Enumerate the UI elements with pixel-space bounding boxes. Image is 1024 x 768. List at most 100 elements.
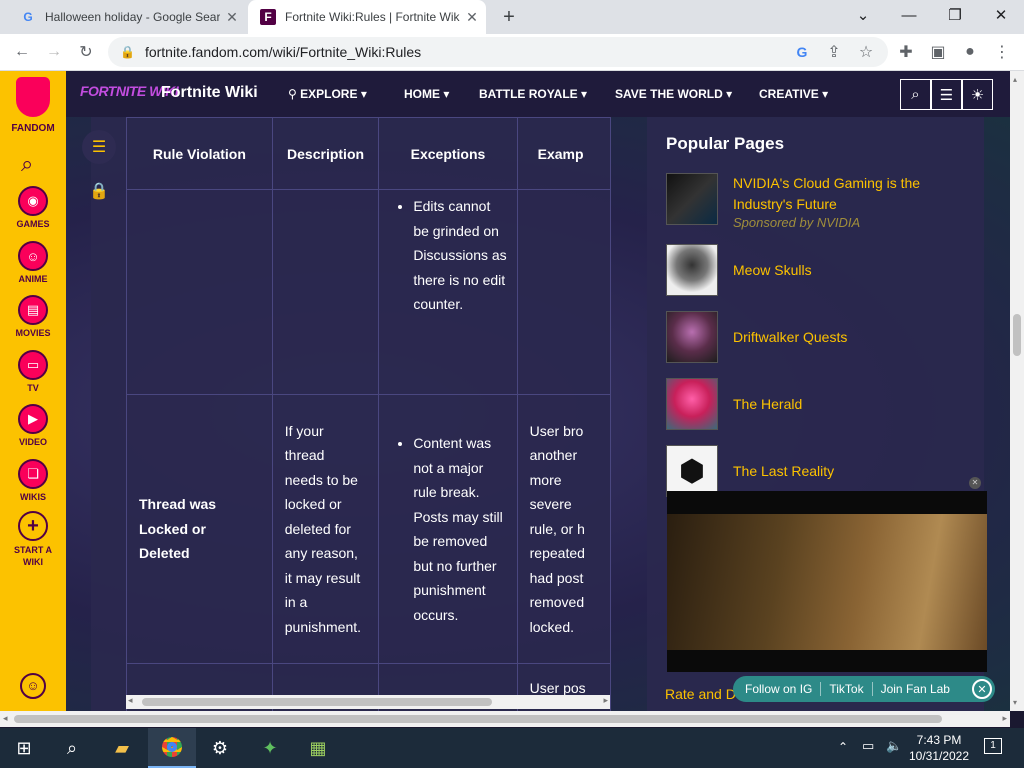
tab-google-search[interactable]: G Halloween holiday - Google Sear ✕ (8, 0, 246, 34)
page-tools: ☰ 🔒 (82, 130, 116, 218)
user-account-icon[interactable]: ☺ (20, 673, 46, 699)
popular-item[interactable]: NVIDIA's Cloud Gaming is the Industry's … (666, 173, 976, 233)
scroll-left-icon[interactable]: ◂ (128, 695, 133, 706)
browser-tab-bar: G Halloween holiday - Google Sear ✕ F Fo… (0, 0, 1024, 34)
rail-item-tv[interactable]: ▭ TV (0, 350, 66, 393)
browser-toolbar: ← → ↻ 🔒 fortnite.fandom.com/wiki/Fortnit… (0, 34, 1024, 71)
new-tab-button[interactable]: + (496, 6, 522, 28)
tab-search-icon[interactable]: ⌄ (840, 0, 886, 30)
cell-exceptions: Content was not a major rule break. Post… (378, 394, 518, 664)
nav-explore[interactable]: ⚲ EXPLORE ▾ (288, 87, 367, 101)
nav-label: BATTLE ROYALE (479, 87, 578, 101)
scroll-right-icon[interactable]: ▸ (603, 695, 608, 706)
notification-icon[interactable]: 1 (984, 738, 1002, 754)
windows-taskbar: ⊞ ⌕ ▰ ⚙ ✦ ▦ ⌃ ▭ 🔈 7:43 PM 10/31/2022 1 (0, 728, 1024, 768)
lock-icon[interactable]: 🔒 (82, 174, 116, 208)
nav-home[interactable]: HOME ▾ (404, 87, 449, 101)
floating-video-player[interactable]: ✕ (667, 477, 987, 672)
theme-toggle-icon[interactable]: ☀ (962, 79, 993, 110)
reload-icon[interactable]: ↻ (72, 38, 100, 66)
settings-gear-icon[interactable]: ⚙ (196, 728, 244, 768)
side-panel-icon[interactable]: ▣ (924, 38, 952, 66)
rail-item-video[interactable]: ▶ VIDEO (0, 404, 66, 447)
gamepad-icon: ◉ (18, 186, 48, 216)
app-icon[interactable]: ▦ (294, 728, 342, 768)
violation-text: Thread was Locked or Deleted (139, 496, 217, 562)
table-horizontal-scrollbar[interactable]: ◂ ▸ (126, 695, 610, 709)
rail-item-games[interactable]: ◉ GAMES (0, 186, 66, 229)
share-icon[interactable]: ⇪ (820, 38, 848, 66)
rail-item-movies[interactable]: ▤ MOVIES (0, 295, 66, 338)
wiki-search-icon[interactable]: ⌕ (900, 79, 931, 110)
rail-label: START A WIKI (14, 545, 52, 567)
scroll-left-icon[interactable]: ◂ (3, 713, 8, 724)
plus-icon: + (18, 511, 48, 541)
google-lens-icon[interactable]: G (788, 38, 816, 66)
search-icon[interactable]: ⌕ (21, 151, 33, 177)
menu-kebab-icon[interactable]: ⋮ (988, 38, 1016, 66)
file-explorer-icon[interactable]: ▰ (98, 728, 146, 768)
popular-link[interactable]: NVIDIA's Cloud Gaming is the Industry's … (733, 173, 973, 215)
video-close-icon[interactable]: ✕ (969, 477, 981, 489)
close-icon[interactable]: ✕ (972, 679, 992, 699)
follow-ig-link[interactable]: Follow on IG (733, 682, 820, 696)
nav-creative[interactable]: CREATIVE ▾ (759, 87, 828, 101)
fandom-label: FANDOM (11, 123, 55, 134)
nav-save-the-world[interactable]: SAVE THE WORLD ▾ (615, 87, 732, 101)
extensions-puzzle-icon[interactable]: ✚ (892, 38, 920, 66)
scrollbar-thumb[interactable] (142, 698, 492, 706)
wiki-header: FORTNITE WIKI Fortnite Wiki ⚲ EXPLORE ▾ … (66, 71, 1010, 117)
profile-avatar-icon[interactable]: ● (956, 38, 984, 66)
back-arrow-icon[interactable]: ← (8, 38, 36, 66)
scroll-down-icon[interactable]: ▾ (1013, 698, 1017, 707)
list-item: Edits cannot be grinded on Discussions a… (413, 194, 508, 317)
windows-start-icon[interactable]: ⊞ (0, 728, 48, 768)
nav-battle-royale[interactable]: BATTLE ROYALE ▾ (479, 87, 587, 101)
volume-icon[interactable]: 🔈 (886, 738, 902, 754)
close-icon[interactable]: ✕ (224, 9, 240, 25)
app-icon[interactable]: ✦ (246, 728, 294, 768)
window-close-button[interactable]: ✕ (978, 0, 1024, 30)
popular-link[interactable]: Meow Skulls (733, 260, 973, 281)
scrollbar-thumb[interactable] (1013, 314, 1021, 356)
minimize-button[interactable]: — (886, 0, 932, 30)
popular-link[interactable]: The Herald (733, 394, 973, 415)
network-icon[interactable]: ▭ (862, 738, 874, 754)
popular-link[interactable]: The Last Reality (733, 461, 973, 482)
popular-link[interactable]: Rate and D (665, 686, 736, 702)
rail-label: WIKIS (20, 492, 46, 502)
rail-item-wikis[interactable]: ❏ WIKIS (0, 459, 66, 502)
lock-icon: 🔒 (120, 45, 135, 59)
tab-fortnite-rules[interactable]: F Fortnite Wiki:Rules | Fortnite Wik ✕ (248, 0, 486, 34)
address-bar[interactable]: 🔒 fortnite.fandom.com/wiki/Fortnite_Wiki… (108, 37, 888, 67)
discussions-icon[interactable]: ☰ (931, 79, 962, 110)
popular-item[interactable]: Meow Skulls (666, 244, 976, 298)
rail-item-start-wiki[interactable]: + START A WIKI (0, 511, 66, 568)
rail-item-anime[interactable]: ☺ ANIME (0, 241, 66, 284)
close-icon[interactable]: ✕ (464, 9, 480, 25)
forward-arrow-icon[interactable]: → (40, 38, 68, 66)
scrollbar-thumb[interactable] (14, 715, 942, 723)
chrome-icon[interactable] (148, 728, 196, 768)
popular-item[interactable]: Driftwalker Quests (666, 311, 976, 365)
search-icon[interactable]: ⌕ (48, 728, 96, 768)
toc-list-icon[interactable]: ☰ (82, 130, 116, 164)
thumbnail (666, 244, 718, 296)
popular-item[interactable]: The Herald (666, 378, 976, 432)
tray-chevron-icon[interactable]: ⌃ (838, 740, 848, 754)
fan-lab-link[interactable]: Join Fan Lab (871, 682, 958, 696)
cell-violation (126, 189, 273, 395)
page-horizontal-scrollbar[interactable]: ◂ ▸ (0, 711, 1010, 727)
page-vertical-scrollbar[interactable]: ▴ ▾ (1010, 71, 1024, 711)
rail-label: GAMES (16, 219, 50, 229)
scroll-right-icon[interactable]: ▸ (1002, 713, 1007, 724)
fandom-logo[interactable]: FANDOM (0, 77, 66, 134)
video-frame[interactable] (667, 514, 987, 650)
scroll-up-icon[interactable]: ▴ (1013, 75, 1017, 84)
popular-link[interactable]: Driftwalker Quests (733, 327, 973, 348)
wiki-title[interactable]: Fortnite Wiki (161, 84, 258, 102)
tiktok-link[interactable]: TikTok (820, 682, 871, 696)
bookmark-star-icon[interactable]: ☆ (852, 38, 880, 66)
system-clock[interactable]: 7:43 PM 10/31/2022 (908, 732, 970, 764)
restore-button[interactable]: ❐ (932, 0, 978, 30)
